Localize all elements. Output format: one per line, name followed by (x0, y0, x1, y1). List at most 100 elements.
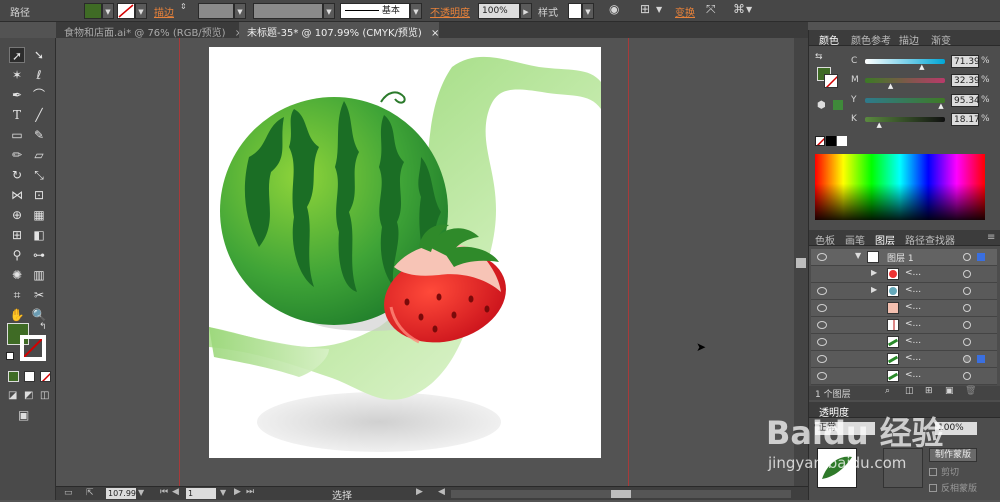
c-slider[interactable] (865, 59, 945, 64)
opacity-label[interactable]: 不透明度 (430, 4, 470, 19)
sublayer-name[interactable]: <... (905, 353, 921, 363)
clip-checkbox[interactable] (929, 468, 937, 476)
sublayer-name[interactable]: <... (905, 319, 921, 329)
visibility-eye-icon[interactable] (817, 372, 827, 380)
panel-stroke-swatch[interactable] (824, 74, 838, 88)
scale-tool-icon[interactable]: ⤡ (31, 167, 47, 183)
line-tool-icon[interactable]: ╱ (31, 107, 47, 123)
lasso-tool-icon[interactable]: ℓ (31, 67, 47, 83)
sublayer-name[interactable]: <... (905, 302, 921, 312)
zoom-tool-icon[interactable]: 🔍 (31, 307, 47, 323)
fill-swatch[interactable] (84, 3, 102, 19)
type-tool-icon[interactable]: T (9, 107, 25, 123)
sublayer-name[interactable]: <... (905, 268, 921, 278)
m-slider[interactable] (865, 78, 945, 83)
brush-definition[interactable]: 基本 (340, 3, 410, 19)
paintbrush-tool-icon[interactable]: ✎ (31, 127, 47, 143)
new-sublayer-icon[interactable]: ⊞ (925, 386, 933, 396)
white-swatch[interactable] (837, 136, 847, 146)
hscroll-thumb[interactable] (611, 490, 631, 498)
expand-arrow-icon[interactable]: ▶ (871, 268, 877, 277)
prev-artboard-icon[interactable]: ◀ (172, 487, 179, 497)
tab-document-2[interactable]: 未标题-35* @ 107.99% (CMYK/预览) × (239, 22, 439, 39)
hscroll-left-icon[interactable]: ◀ (438, 487, 445, 497)
color-mode-icon[interactable] (8, 371, 19, 382)
tab-brushes[interactable]: 画笔 (845, 232, 865, 247)
artboard-tool-icon[interactable]: ⌗ (9, 287, 25, 303)
target-circle-icon[interactable] (963, 304, 971, 312)
color-spectrum[interactable] (815, 154, 985, 220)
tab-color[interactable]: 颜色 (819, 32, 839, 47)
new-layer-icon[interactable]: ▣ (945, 386, 954, 396)
none-mode-icon[interactable] (40, 371, 51, 382)
tab-stroke[interactable]: 描边 (899, 32, 919, 47)
invert-mask-checkbox[interactable] (929, 484, 937, 492)
layer-name[interactable]: 图层 1 (887, 251, 914, 264)
expand-arrow-icon[interactable]: ▶ (871, 285, 877, 294)
panel-menu-icon[interactable]: ≡ (987, 232, 995, 243)
stroke-swatch[interactable] (117, 3, 135, 19)
pen-tool-icon[interactable]: ✒ (9, 87, 25, 103)
graphic-style-dropdown[interactable]: ▼ (582, 3, 594, 19)
mesh-tool-icon[interactable]: ⊞ (9, 227, 25, 243)
default-colors-icon[interactable] (6, 352, 14, 360)
target-circle-icon[interactable] (963, 253, 971, 261)
tab-pathfinder[interactable]: 路径查找器 (905, 232, 955, 247)
direct-selection-tool-icon[interactable]: ➘ (31, 47, 47, 63)
c-value-field[interactable]: 71.39 (951, 55, 980, 68)
stroke-weight-field[interactable] (198, 3, 234, 19)
gamut-warning-icon[interactable]: ⬢ (817, 100, 826, 111)
sublayer-row[interactable]: <... (811, 368, 997, 385)
status-arrow-icon[interactable]: ▶ (416, 487, 423, 497)
tab-layers[interactable]: 图层 (875, 232, 895, 247)
opacity-field[interactable]: 100% (478, 3, 520, 19)
recolor-icon[interactable]: ◉ (609, 2, 619, 16)
swap-icon[interactable]: ⇆ (815, 52, 823, 62)
delete-layer-icon[interactable]: 🗑 (965, 386, 976, 396)
draw-behind-icon[interactable]: ◩ (24, 390, 33, 401)
draw-inside-icon[interactable]: ◫ (40, 390, 49, 401)
target-circle-icon[interactable] (963, 287, 971, 295)
blend-tool-icon[interactable]: ⊶ (31, 247, 47, 263)
visibility-eye-icon[interactable] (817, 304, 827, 312)
sublayer-row[interactable]: ▶ <... (811, 266, 997, 283)
tab-gradient[interactable]: 渐变 (931, 32, 951, 47)
sublayer-row[interactable]: <... (811, 317, 997, 334)
sublayer-row[interactable]: ▶ <... (811, 283, 997, 300)
tab-color-guide[interactable]: 颜色参考 (851, 32, 891, 47)
eyedropper-tool-icon[interactable]: ⚲ (9, 247, 25, 263)
isolate-icon[interactable]: ⤧ (706, 2, 716, 17)
artboard-dropdown-icon[interactable]: ▼ (220, 488, 226, 497)
brush-dropdown[interactable]: ▼ (410, 3, 422, 19)
web-safe-swatch[interactable] (833, 100, 843, 110)
target-circle-icon[interactable] (963, 321, 971, 329)
m-slider-thumb[interactable]: ▲ (888, 82, 893, 90)
slice-tool-icon[interactable]: ✂ (31, 287, 47, 303)
selection-indicator[interactable] (977, 253, 985, 261)
sublayer-name[interactable]: <... (905, 370, 921, 380)
rotate-tool-icon[interactable]: ↻ (9, 167, 25, 183)
y-slider-thumb[interactable]: ▲ (938, 102, 943, 110)
pencil-tool-icon[interactable]: ✏ (9, 147, 25, 163)
zoom-dropdown-icon[interactable]: ▼ (138, 488, 144, 497)
sublayer-name[interactable]: <... (905, 336, 921, 346)
gradient-mode-icon[interactable] (24, 371, 35, 382)
first-artboard-icon[interactable]: ⏮ (160, 487, 168, 497)
c-slider-thumb[interactable]: ▲ (919, 63, 924, 71)
shape-builder-tool-icon[interactable]: ⊕ (9, 207, 25, 223)
free-transform-tool-icon[interactable]: ⊡ (31, 187, 47, 203)
screen-mode-icon[interactable]: ▣ (18, 408, 29, 422)
artboard[interactable] (209, 47, 601, 458)
fill-dropdown[interactable]: ▼ (102, 3, 114, 19)
zoom-field[interactable]: 107.99 (106, 488, 136, 499)
k-value-field[interactable]: 18.17 (951, 113, 980, 126)
align-dropdown-icon[interactable]: ▼ (656, 5, 662, 14)
panel-options-dropdown-icon[interactable]: ▼ (746, 5, 752, 14)
tab-document-1[interactable]: 食物和店面.ai* @ 76% (RGB/预览) × (56, 22, 243, 39)
stroke-weight-dropdown[interactable]: ▼ (234, 3, 246, 19)
symbol-sprayer-tool-icon[interactable]: ✺ (9, 267, 25, 283)
sublayer-row[interactable]: <... (811, 300, 997, 317)
stroke-color-box[interactable] (20, 335, 46, 361)
gradient-tool-icon[interactable]: ◧ (31, 227, 47, 243)
none-color-swatch[interactable] (815, 136, 825, 146)
